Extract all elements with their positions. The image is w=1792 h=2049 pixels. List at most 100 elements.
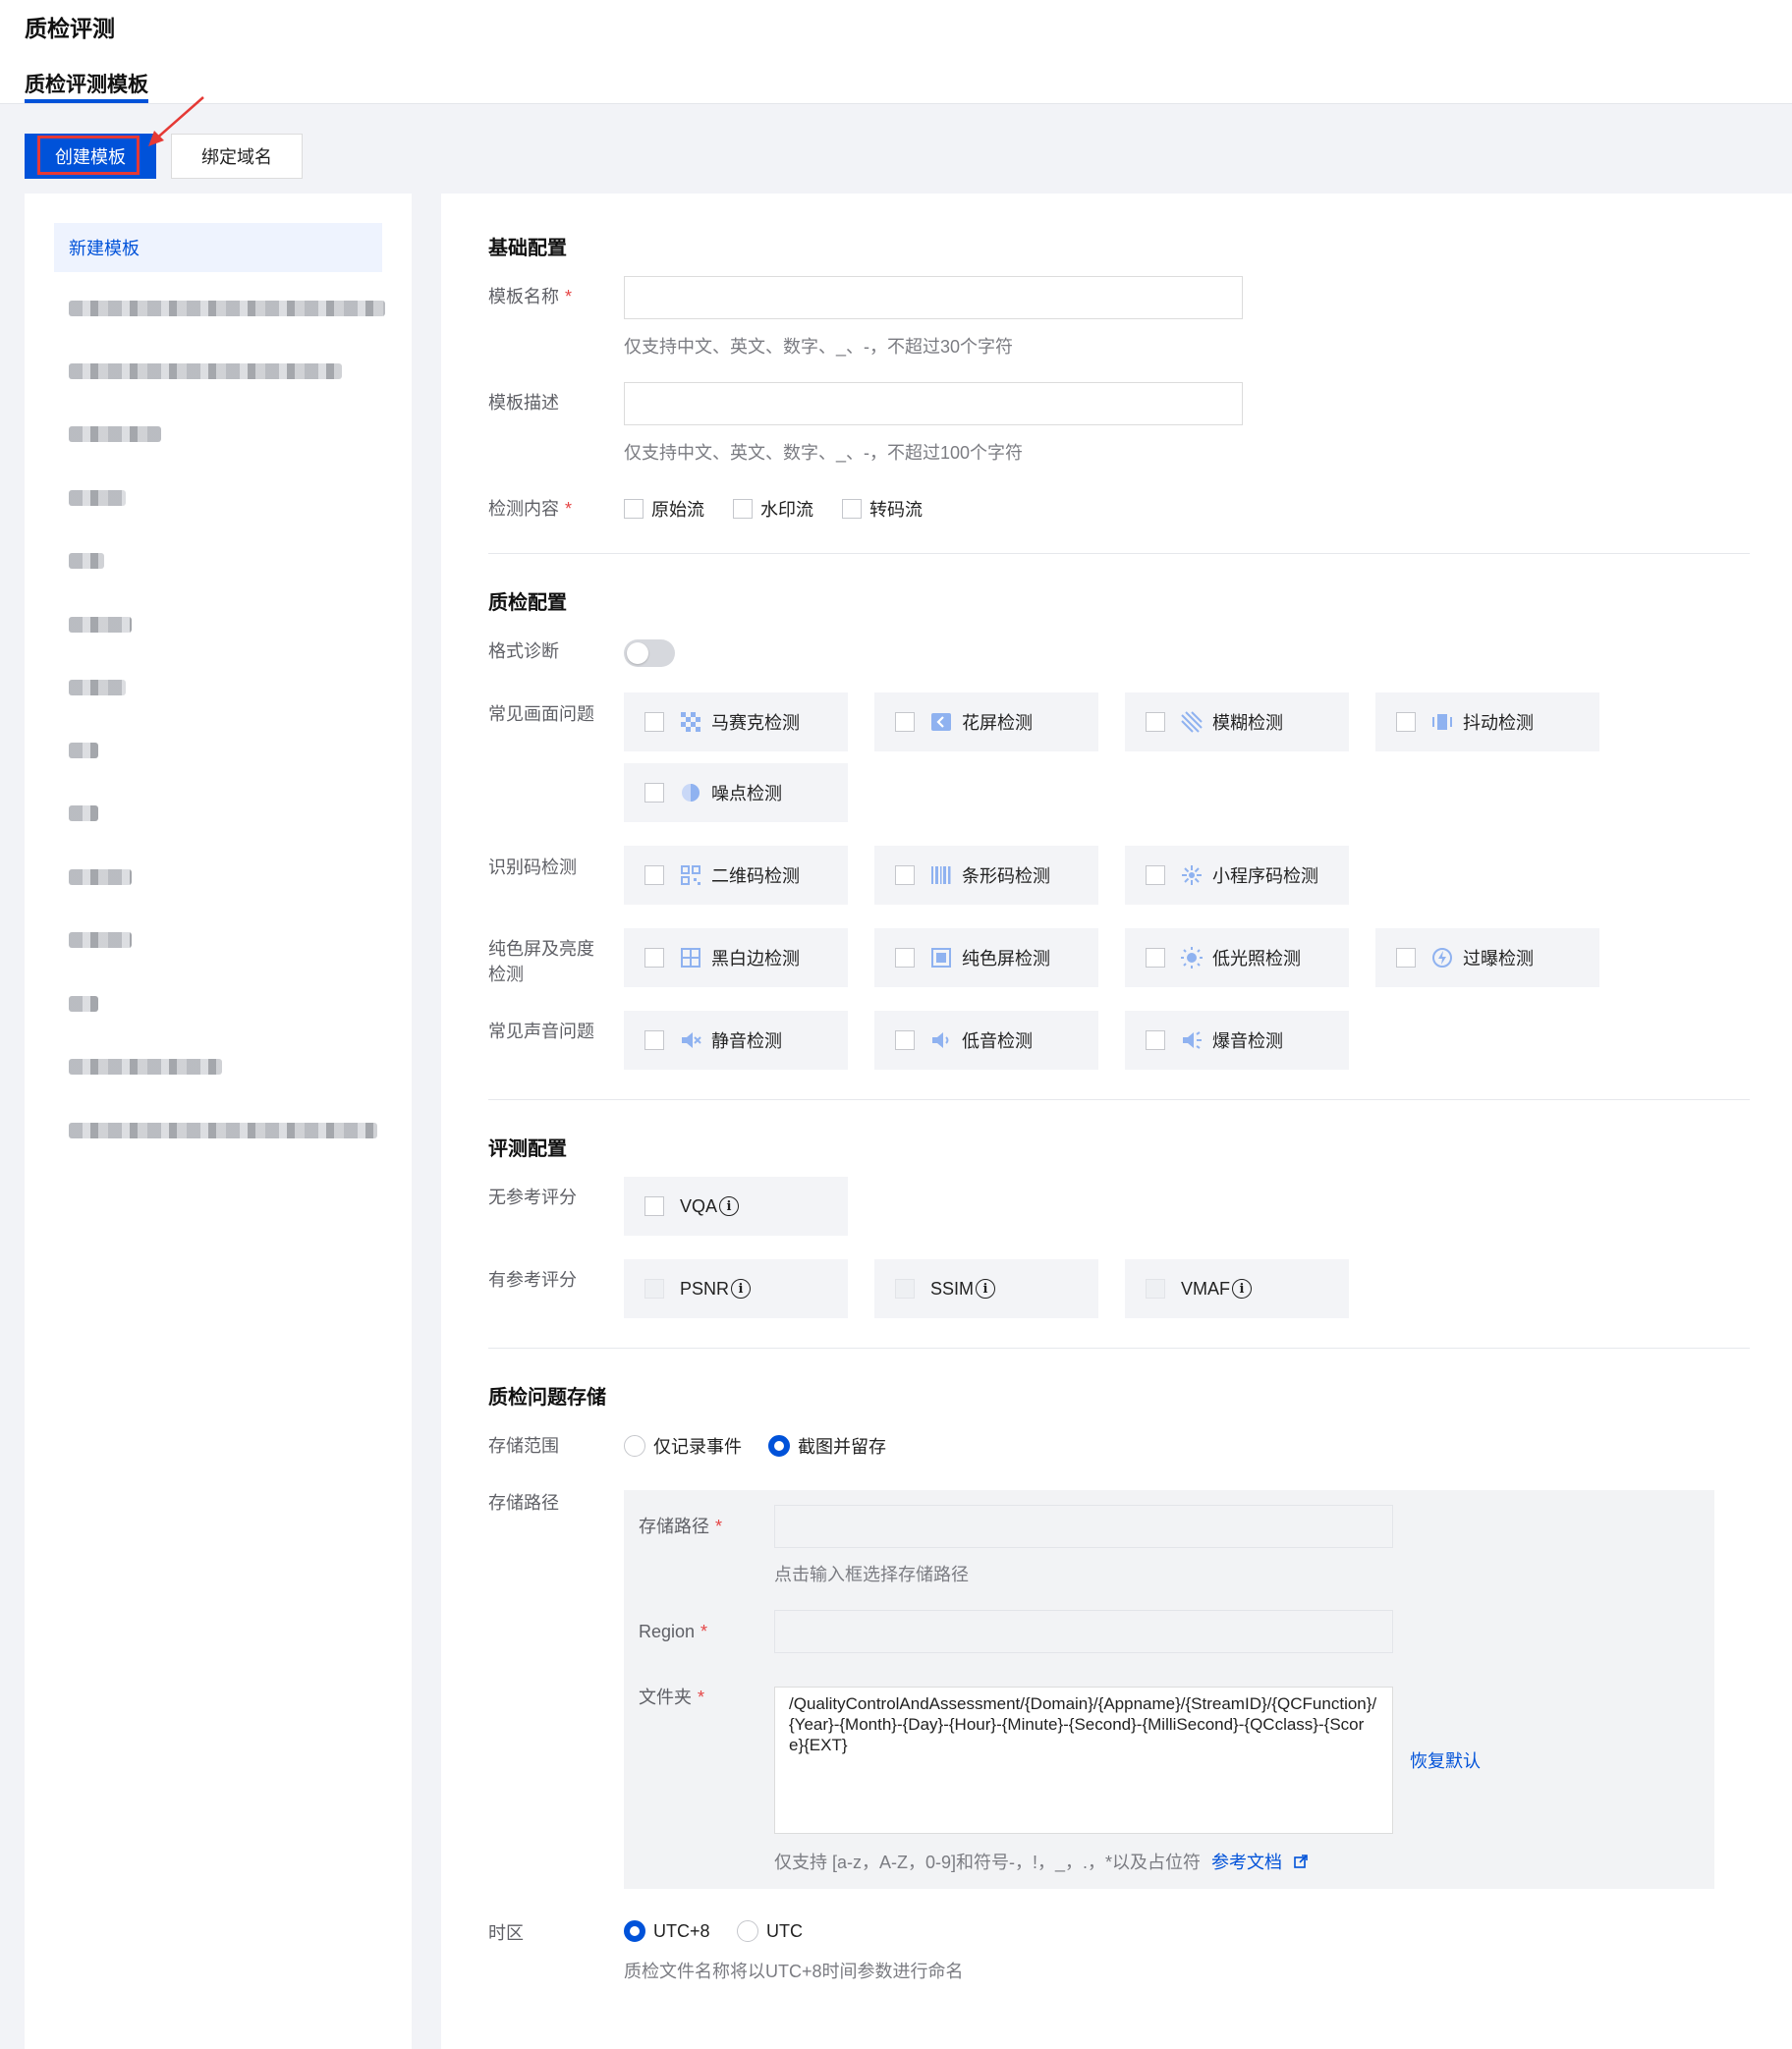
list-item[interactable] [69, 301, 385, 316]
checkbox[interactable] [644, 1196, 664, 1216]
noise-icon [680, 782, 701, 803]
restore-default-link[interactable]: 恢复默认 [1410, 1747, 1481, 1773]
checkbox[interactable] [1146, 712, 1165, 732]
card-shake-detect[interactable]: 抖动检测 [1375, 692, 1599, 751]
card-pop-noise-detect[interactable]: 爆音检测 [1125, 1011, 1349, 1070]
checkbox[interactable] [644, 1279, 664, 1299]
section-title-eval: 评测配置 [488, 1138, 567, 1160]
card-mosaic-detect[interactable]: 马赛克检测 [624, 692, 848, 751]
checkbox[interactable] [644, 948, 664, 968]
list-item[interactable] [69, 996, 98, 1012]
timezone-option-utc[interactable]: UTC [737, 1920, 803, 1942]
checkbox[interactable] [644, 783, 664, 803]
card-garbled-detect[interactable]: 花屏检测 [874, 692, 1098, 751]
checkbox[interactable] [733, 499, 753, 519]
card-vqa[interactable]: VQA i [624, 1177, 848, 1236]
external-link-icon[interactable] [1293, 1854, 1309, 1874]
content-option-raw[interactable]: 原始流 [624, 496, 704, 522]
section-title-storage: 质检问题存储 [488, 1387, 606, 1409]
tab-qc-template[interactable]: 质检评测模板 [25, 69, 148, 98]
template-name-input[interactable] [624, 276, 1243, 319]
checkbox[interactable] [644, 712, 664, 732]
list-item[interactable] [69, 490, 126, 506]
radio[interactable] [737, 1920, 758, 1942]
format-diagnosis-label: 格式诊断 [488, 641, 559, 661]
region-input[interactable] [774, 1610, 1393, 1653]
info-icon[interactable]: i [1232, 1279, 1253, 1299]
reference-doc-link[interactable]: 参考文档 [1211, 1853, 1282, 1872]
bind-domain-button[interactable]: 绑定域名 [171, 134, 303, 179]
radio-selected[interactable] [768, 1435, 790, 1457]
checkbox[interactable] [644, 865, 664, 885]
checkbox[interactable] [1396, 712, 1416, 732]
card-vmaf[interactable]: VMAF i [1125, 1259, 1349, 1318]
scope-option-screenshot[interactable]: 截图并留存 [768, 1433, 886, 1459]
card-qrcode-detect[interactable]: 二维码检测 [624, 846, 848, 905]
card-noise-detect[interactable]: 噪点检测 [624, 763, 848, 822]
checkbox[interactable] [1146, 1030, 1165, 1050]
content-option-transcode[interactable]: 转码流 [842, 496, 923, 522]
list-item-new-template[interactable]: 新建模板 [54, 223, 382, 272]
card-psnr[interactable]: PSNR i [624, 1259, 848, 1318]
card-mute-detect[interactable]: 静音检测 [624, 1011, 848, 1070]
folder-textarea[interactable]: /QualityControlAndAssessment/{Domain}/{A… [774, 1687, 1393, 1834]
checkbox[interactable] [624, 499, 644, 519]
checkbox[interactable] [895, 1030, 915, 1050]
card-low-volume-detect[interactable]: 低音检测 [874, 1011, 1098, 1070]
list-item[interactable] [69, 805, 98, 821]
checkbox[interactable] [1396, 948, 1416, 968]
list-item[interactable] [69, 426, 161, 442]
card-solid-screen-detect[interactable]: 纯色屏检测 [874, 928, 1098, 987]
content-option-watermark[interactable]: 水印流 [733, 496, 813, 522]
list-item[interactable] [69, 743, 98, 758]
list-item[interactable] [69, 617, 132, 633]
card-miniprogram-code-detect[interactable]: 小程序码检测 [1125, 846, 1349, 905]
checkbox[interactable] [842, 499, 862, 519]
radio-selected[interactable] [624, 1920, 645, 1942]
checkbox[interactable] [895, 1279, 915, 1299]
list-item[interactable] [69, 553, 104, 569]
template-name-label: 模板名称 * [488, 287, 573, 306]
info-icon[interactable]: i [719, 1196, 740, 1216]
blur-icon [1181, 711, 1203, 733]
info-icon[interactable]: i [731, 1279, 752, 1299]
template-desc-input[interactable] [624, 382, 1243, 425]
list-item[interactable] [69, 1123, 377, 1138]
checkbox[interactable] [644, 1030, 664, 1050]
timezone-label: 时区 [488, 1923, 524, 1943]
divider [488, 1348, 1750, 1349]
create-template-button[interactable]: 创建模板 [25, 134, 156, 179]
picture-issues-label: 常见画面问题 [488, 704, 594, 724]
list-item[interactable] [69, 932, 132, 948]
list-item[interactable] [69, 869, 132, 885]
card-black-white-border-detect[interactable]: 黑白边检测 [624, 928, 848, 987]
checkbox[interactable] [1146, 1279, 1165, 1299]
card-barcode-detect[interactable]: 条形码检测 [874, 846, 1098, 905]
checkbox[interactable] [895, 948, 915, 968]
garbled-screen-icon [930, 711, 952, 733]
scope-option-log-only[interactable]: 仅记录事件 [624, 1433, 742, 1459]
format-diagnosis-toggle[interactable] [624, 639, 675, 667]
radio[interactable] [624, 1435, 645, 1457]
qrcode-icon [680, 864, 701, 886]
timezone-option-utc8[interactable]: UTC+8 [624, 1920, 710, 1942]
region-label: Region * [639, 1622, 708, 1641]
list-item[interactable] [69, 1059, 222, 1075]
storage-path-input[interactable] [774, 1505, 1393, 1548]
storage-path-box: 存储路径 * 点击输入框选择存储路径 Region * 文件夹 * /QualityC… [624, 1490, 1714, 1889]
card-overexposure-detect[interactable]: 过曝检测 [1375, 928, 1599, 987]
card-blur-detect[interactable]: 模糊检测 [1125, 692, 1349, 751]
checkbox[interactable] [1146, 865, 1165, 885]
folder-label: 文件夹 * [639, 1688, 705, 1707]
template-desc-hint: 仅支持中文、英文、数字、_、-，不超过100个字符 [624, 443, 1024, 463]
checkbox[interactable] [1146, 948, 1165, 968]
info-icon[interactable]: i [976, 1279, 996, 1299]
card-ssim[interactable]: SSIM i [874, 1259, 1098, 1318]
list-item[interactable] [69, 680, 126, 695]
storage-path-hint: 点击输入框选择存储路径 [774, 1565, 969, 1584]
inner-storage-path-label: 存储路径 * [639, 1517, 723, 1536]
card-low-light-detect[interactable]: 低光照检测 [1125, 928, 1349, 987]
list-item[interactable] [69, 363, 342, 379]
checkbox[interactable] [895, 712, 915, 732]
checkbox[interactable] [895, 865, 915, 885]
